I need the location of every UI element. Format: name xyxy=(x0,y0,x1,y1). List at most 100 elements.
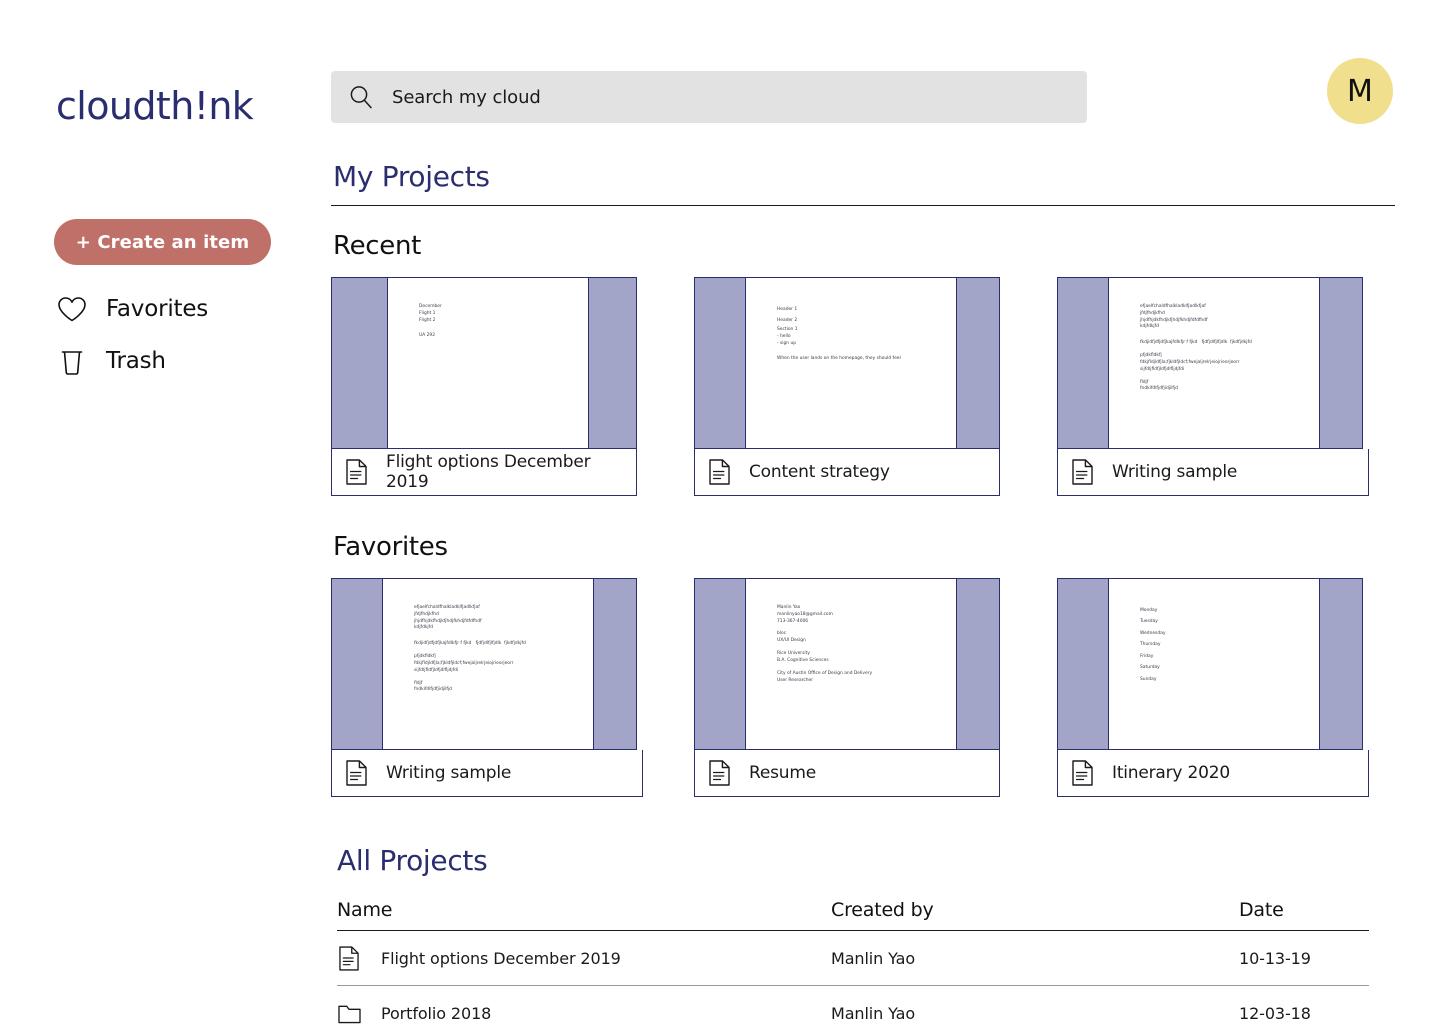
all-projects-table: Name Created by Date Flight options Dece… xyxy=(337,899,1369,1024)
thumbnail-text: Rice University B.A. Cognitive Sciences xyxy=(777,651,829,663)
thumbnail-text: Section 1 - hello - sign up xyxy=(777,326,798,346)
document-icon xyxy=(344,459,368,485)
table-row[interactable]: Portfolio 2018 Manlin Yao 12-03-18 xyxy=(337,986,1369,1024)
project-card[interactable]: efjaelfchaldfhalkladklfjadlkfjaf jfdjfhd… xyxy=(331,578,643,797)
row-date: 10-13-19 xyxy=(1239,948,1311,968)
thumbnail-text: December Flight 1 Flight 2 xyxy=(419,304,442,323)
project-card[interactable]: Manlin Yao manlinyao18@gmail.com 713-367… xyxy=(694,578,1000,797)
thumbnail-text: bloc UX/UI Design xyxy=(777,631,806,644)
project-card[interactable]: Header 1 Header 2 Section 1 - hello - si… xyxy=(694,277,1000,496)
thumbnail-page: efjaelfchaldfhalkladklfjadlkfjaf jfdjfhd… xyxy=(1108,278,1320,448)
card-thumbnail: efjaelfchaldfhalkladklfjadlkfjaf jfdjfhd… xyxy=(331,578,637,750)
thumbnail-text: When the user lands on the homepage, the… xyxy=(777,356,901,362)
thumbnail-page: efjaelfchaldfhalkladklfjadlkfjaf jfdjfhd… xyxy=(382,579,594,749)
card-label[interactable]: Writing sample xyxy=(1057,449,1369,496)
document-icon xyxy=(337,945,361,971)
thumbnail-text: Tuesday xyxy=(1140,619,1158,625)
row-date: 12-03-18 xyxy=(1239,1004,1311,1023)
card-thumbnail: Manlin Yao manlinyao18@gmail.com 713-367… xyxy=(694,578,1000,750)
card-label[interactable]: Resume xyxy=(694,750,1000,797)
row-created-by: Manlin Yao xyxy=(831,1004,916,1023)
main-content: My Projects Recent December Flight 1 Fli… xyxy=(331,160,1401,1024)
thumbnail-text: Header 1 xyxy=(777,307,798,312)
avatar[interactable]: M xyxy=(1327,58,1393,124)
all-projects-title: All Projects xyxy=(337,844,488,877)
column-header-created-by[interactable]: Created by xyxy=(831,899,1239,921)
folder-icon xyxy=(337,1003,361,1024)
thumbnail-text: efjaelfchaldfhalkladklfjadlkfjaf jfdjfhd… xyxy=(1140,304,1208,330)
card-title: Writing sample xyxy=(1112,462,1238,482)
trash-icon xyxy=(56,345,88,377)
project-card[interactable]: Monday Tuesday Wednesday Thursday Friday… xyxy=(1057,578,1369,797)
document-icon xyxy=(1070,760,1094,786)
thumbnail-text: Thursday xyxy=(1140,642,1161,648)
thumbnail-text: pfjdkfldkfj fdkjfldjldfjla;fjkldfjldcf;f… xyxy=(1140,353,1240,372)
card-label[interactable]: Writing sample xyxy=(331,750,643,797)
project-card[interactable]: efjaelfchaldfhalkladklfjadlkfjaf jfdjfhd… xyxy=(1057,277,1369,496)
card-thumbnail: December Flight 1 Flight 2 UA 292 xyxy=(331,277,637,449)
table-row[interactable]: Flight options December 2019 Manlin Yao … xyxy=(337,931,1369,986)
card-thumbnail: Header 1 Header 2 Section 1 - hello - si… xyxy=(694,277,1000,449)
thumbnail-text: fkdjidfjdfjdfjkajfdlkfjr f fjkd fjdfjdlf… xyxy=(414,641,526,647)
sidebar: cloudth!nk + Create an item Favorites Tr… xyxy=(0,0,330,1024)
thumbnail-text: Saturday xyxy=(1140,665,1160,671)
row-name-cell: Flight options December 2019 xyxy=(337,945,831,971)
thumbnail-text: UA 292 xyxy=(419,333,435,339)
thumbnail-text: efjaelfchaldfhalkladklfjadlkfjaf jfdjfhd… xyxy=(414,605,482,631)
section-title-recent: Recent xyxy=(333,231,422,261)
card-thumbnail: efjaelfchaldfhalkladklfjadlkfjaf jfdjfhd… xyxy=(1057,277,1363,449)
document-icon xyxy=(707,459,731,485)
table-header: Name Created by Date xyxy=(337,899,1369,931)
sidebar-item-label: Trash xyxy=(106,348,166,374)
thumbnail-page: Monday Tuesday Wednesday Thursday Friday… xyxy=(1108,579,1320,749)
document-icon xyxy=(707,760,731,786)
search-input[interactable] xyxy=(392,86,992,108)
thumbnail-text: fldjf fndkifdlfjdfjidjilfjd xyxy=(414,680,452,693)
thumbnail-text: Manlin Yao manlinyao18@gmail.com 713-367… xyxy=(777,605,833,624)
thumbnail-text: fkdjidfjdfjdfjkajfdlkfjr f fjkd fjdfjdlf… xyxy=(1140,340,1252,346)
search-icon xyxy=(348,84,374,110)
card-label[interactable]: Flight options December 2019 xyxy=(331,449,637,496)
title-divider xyxy=(331,205,1395,206)
card-title: Content strategy xyxy=(749,462,890,482)
thumbnail-text: fldjf fndkifdlfjdfjidjilfjd xyxy=(1140,379,1178,392)
thumbnail-page: December Flight 1 Flight 2 UA 292 xyxy=(387,278,589,448)
favorites-card-row: efjaelfchaldfhalkladklfjadlkfjaf jfdjfhd… xyxy=(331,578,1401,797)
thumbnail-text: pfjdkfldkfj fdkjfldjldfjla;fjkldfjldcf;f… xyxy=(414,654,514,673)
section-title-favorites: Favorites xyxy=(333,532,448,562)
recent-card-row: December Flight 1 Flight 2 UA 292 Flight… xyxy=(331,277,1401,496)
app-root: cloudth!nk + Create an item Favorites Tr… xyxy=(0,0,1440,1024)
heart-icon xyxy=(56,293,88,325)
app-logo[interactable]: cloudth!nk xyxy=(56,84,254,128)
row-name-text: Flight options December 2019 xyxy=(381,948,621,968)
card-title: Writing sample xyxy=(386,763,512,783)
column-header-name[interactable]: Name xyxy=(337,899,831,921)
thumbnail-text: Monday xyxy=(1140,608,1158,613)
card-title: Itinerary 2020 xyxy=(1112,763,1230,783)
row-name-text: Portfolio 2018 xyxy=(381,1004,492,1023)
thumbnail-page: Manlin Yao manlinyao18@gmail.com 713-367… xyxy=(745,579,957,749)
card-label[interactable]: Content strategy xyxy=(694,449,1000,496)
thumbnail-text: Friday xyxy=(1140,653,1154,659)
page-title: My Projects xyxy=(333,160,490,193)
sidebar-item-favorites[interactable]: Favorites xyxy=(56,293,208,325)
thumbnail-text: Wednesday xyxy=(1140,630,1166,636)
card-title: Flight options December 2019 xyxy=(386,452,591,492)
thumbnail-text: Sunday xyxy=(1140,676,1157,682)
sidebar-item-label: Favorites xyxy=(106,296,209,322)
card-label[interactable]: Itinerary 2020 xyxy=(1057,750,1369,797)
search-bar[interactable] xyxy=(331,71,1087,123)
document-icon xyxy=(344,760,368,786)
column-header-date[interactable]: Date xyxy=(1239,899,1369,921)
row-created-by: Manlin Yao xyxy=(831,948,916,968)
card-title: Resume xyxy=(749,763,816,783)
thumbnail-page: Header 1 Header 2 Section 1 - hello - si… xyxy=(745,278,957,448)
sidebar-item-trash[interactable]: Trash xyxy=(56,345,166,377)
card-thumbnail: Monday Tuesday Wednesday Thursday Friday… xyxy=(1057,578,1363,750)
project-card[interactable]: December Flight 1 Flight 2 UA 292 Flight… xyxy=(331,277,637,496)
row-name-cell: Portfolio 2018 xyxy=(337,1003,831,1024)
create-item-button[interactable]: + Create an item xyxy=(54,219,271,265)
thumbnail-text: City of Austin Office of Design and Deli… xyxy=(777,670,873,683)
document-icon xyxy=(1070,459,1094,485)
thumbnail-text: Header 2 xyxy=(777,318,798,324)
